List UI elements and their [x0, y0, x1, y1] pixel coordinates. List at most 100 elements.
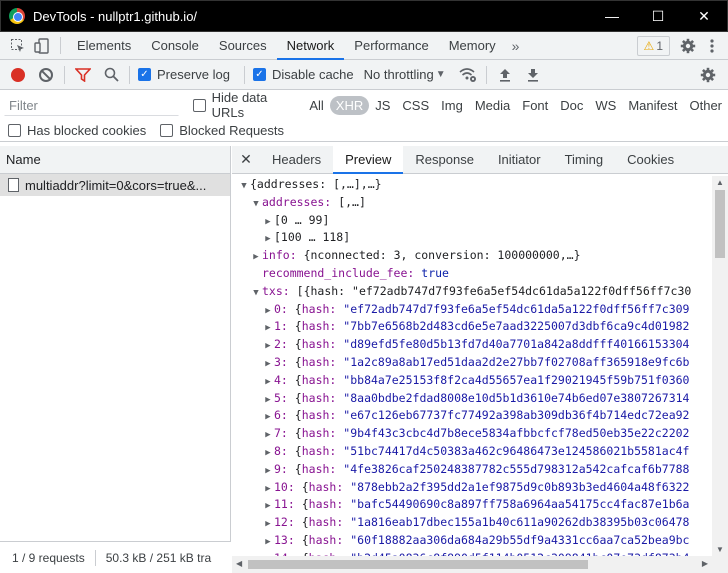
- filter-type-js[interactable]: JS: [369, 96, 396, 115]
- scroll-down-arrow-icon[interactable]: ▼: [716, 545, 724, 554]
- network-conditions-button[interactable]: [454, 61, 482, 89]
- scroll-right-arrow-icon[interactable]: ▶: [702, 559, 708, 568]
- filter-toggle-button[interactable]: [69, 61, 97, 89]
- tx-hash-key: hash:: [301, 461, 337, 476]
- tab-cookies[interactable]: Cookies: [615, 146, 686, 173]
- name-column-header[interactable]: Name: [0, 146, 230, 174]
- preserve-log-checkbox[interactable]: ✓: [138, 68, 151, 81]
- request-list-pane: Name multiaddr?limit=0&cors=true&...: [0, 146, 231, 573]
- scrollbar-thumb[interactable]: [715, 190, 725, 258]
- settings-gear-icon[interactable]: [676, 38, 700, 54]
- close-detail-icon[interactable]: ✕: [232, 146, 260, 173]
- tx-open: {: [301, 497, 309, 512]
- filter-type-font[interactable]: Font: [516, 96, 554, 115]
- tab-console[interactable]: Console: [141, 32, 209, 59]
- divider: [94, 549, 96, 566]
- tx-hash-key: hash:: [301, 390, 337, 405]
- tree-node-tx[interactable]: ▶ 1: {hash: "7bb7e6568b2d483cd6e5e7aad322…: [232, 318, 712, 336]
- filter-type-xhr[interactable]: XHR: [329, 95, 370, 115]
- tx-hash-key: hash:: [308, 479, 344, 494]
- device-toolbar-icon[interactable]: [30, 32, 54, 59]
- network-status-bar: 1 / 9 requests 50.3 kB / 251 kB tra: [0, 541, 231, 573]
- tab-performance[interactable]: Performance: [344, 32, 438, 59]
- filter-type-other[interactable]: Other: [683, 96, 728, 115]
- throttling-select[interactable]: No throttling: [364, 67, 434, 82]
- request-row[interactable]: multiaddr?limit=0&cors=true&...: [0, 174, 230, 196]
- more-options-icon[interactable]: [700, 38, 724, 54]
- tab-timing[interactable]: Timing: [553, 146, 616, 173]
- tree-node-tx[interactable]: ▶ 7: {hash: "9b4f43c3cbc4d7b8ece5834afbbc…: [232, 425, 712, 443]
- hide-data-urls-checkbox[interactable]: [193, 98, 206, 112]
- import-har-button[interactable]: [491, 61, 519, 89]
- gear-icon: [700, 67, 716, 82]
- warnings-badge[interactable]: ⚠ 1: [636, 35, 670, 56]
- tx-hash-key: hash:: [301, 426, 337, 441]
- transfer-size: 50.3 kB / 251 kB tra: [105, 550, 212, 565]
- inspect-element-icon[interactable]: [6, 32, 30, 59]
- tree-node-range[interactable]: ▶ [0 … 99]: [232, 212, 712, 230]
- scrollbar-thumb[interactable]: [248, 560, 588, 569]
- filter-type-media[interactable]: Media: [469, 96, 516, 115]
- tab-response[interactable]: Response: [403, 146, 486, 173]
- filter-type-all[interactable]: All: [303, 96, 329, 115]
- filter-type-manifest[interactable]: Manifest: [622, 96, 683, 115]
- tx-open: {: [294, 390, 302, 405]
- tree-node-tx[interactable]: ▶ 0: {hash: "ef72adb747d7f93fe6a5ef54dc61…: [232, 301, 712, 319]
- tree-node-tx[interactable]: ▶ 9: {hash: "4fe3826caf250248387782c555d7…: [232, 461, 712, 479]
- tab-sources[interactable]: Sources: [209, 32, 277, 59]
- scroll-up-arrow-icon[interactable]: ▲: [716, 178, 724, 187]
- tree-node-range[interactable]: ▶ [100 … 118]: [232, 229, 712, 247]
- clear-button[interactable]: [32, 61, 60, 89]
- filter-input[interactable]: Filter: [4, 94, 180, 116]
- close-window-button[interactable]: ✕: [681, 1, 727, 31]
- scroll-left-arrow-icon[interactable]: ◀: [236, 559, 242, 568]
- divider: [129, 65, 130, 84]
- tree-node-tx[interactable]: ▶ 5: {hash: "8aa0bdbe2fdad8008e10d5b1d361…: [232, 390, 712, 408]
- tab-memory[interactable]: Memory: [439, 32, 506, 59]
- tree-node-info[interactable]: ▶ info: {nconnected: 3, conversion: 10000…: [232, 247, 712, 265]
- tree-node-tx[interactable]: ▶ 13: {hash: "60f18882aa306da684a29b55df9…: [232, 532, 712, 550]
- tree-node-tx[interactable]: ▶ 2: {hash: "d89efd5fe80d5b13fd7d40a7701a…: [232, 336, 712, 354]
- filter-type-css[interactable]: CSS: [396, 96, 435, 115]
- has-blocked-cookies-checkbox[interactable]: [8, 124, 21, 137]
- filter-type-doc[interactable]: Doc: [554, 96, 589, 115]
- blocked-requests-checkbox[interactable]: [160, 124, 174, 137]
- tab-elements[interactable]: Elements: [67, 32, 141, 59]
- divider: [64, 65, 65, 84]
- maximize-button[interactable]: ☐: [635, 1, 681, 31]
- tx-open: {: [301, 515, 309, 530]
- tx-open: {: [294, 408, 302, 423]
- vertical-scrollbar[interactable]: ▲ ▼: [712, 176, 728, 556]
- tree-node-tx[interactable]: ▶ 10: {hash: "878ebb2a2f395dd2a1ef9875d9c…: [232, 479, 712, 497]
- document-icon: [8, 178, 19, 192]
- tree-node-txs[interactable]: ▼ txs: [{hash: "ef72adb747d7f93fe6a5ef54d…: [232, 283, 712, 301]
- tree-node-tx[interactable]: ▶ 8: {hash: "51bc74417d4c50383a462c964864…: [232, 443, 712, 461]
- tab-initiator[interactable]: Initiator: [486, 146, 553, 173]
- tree-node-tx[interactable]: ▶ 6: {hash: "e67c126eb67737fc77492a398ab3…: [232, 407, 712, 425]
- disable-cache-checkbox[interactable]: ✓: [252, 68, 266, 81]
- horizontal-scrollbar[interactable]: ◀ ▶: [232, 556, 728, 573]
- devtools-tab-bar: Elements Console Sources Network Perform…: [0, 32, 728, 60]
- export-har-button[interactable]: [519, 61, 547, 89]
- search-button[interactable]: [97, 61, 125, 89]
- tx-open: {: [294, 372, 302, 387]
- tree-node-addresses[interactable]: ▼ addresses: [,…]: [232, 194, 712, 212]
- more-tabs-button[interactable]: »: [506, 32, 526, 59]
- filter-type-ws[interactable]: WS: [589, 96, 622, 115]
- tab-preview[interactable]: Preview: [333, 146, 404, 174]
- tab-headers[interactable]: Headers: [260, 146, 333, 173]
- tree-node-tx[interactable]: ▶ 12: {hash: "1a816eab17dbec155a1b40c611a…: [232, 514, 712, 532]
- tree-root[interactable]: ▼ {addresses: [,…],…}: [232, 176, 712, 194]
- tx-hash-key: hash:: [308, 515, 344, 530]
- minimize-button[interactable]: —: [589, 1, 635, 31]
- filter-type-img[interactable]: Img: [435, 96, 469, 115]
- tree-node-tx[interactable]: ▶ 3: {hash: "1a2c89a8ab17ed51daa2d2e27bb7…: [232, 354, 712, 372]
- request-detail-pane: ✕ Headers Preview Response Initiator Tim…: [232, 146, 728, 573]
- filter-funnel-icon: [75, 67, 91, 82]
- record-button[interactable]: [4, 61, 32, 89]
- tree-node-tx[interactable]: ▶ 11: {hash: "bafc54490690c8a897ff758a696…: [232, 496, 712, 514]
- chrome-logo-icon: [9, 8, 25, 24]
- tree-node-tx[interactable]: ▶ 4: {hash: "bb84a7e25153f8f2ca4d55657ea1…: [232, 372, 712, 390]
- network-settings-button[interactable]: [694, 61, 722, 89]
- tab-network[interactable]: Network: [276, 32, 345, 60]
